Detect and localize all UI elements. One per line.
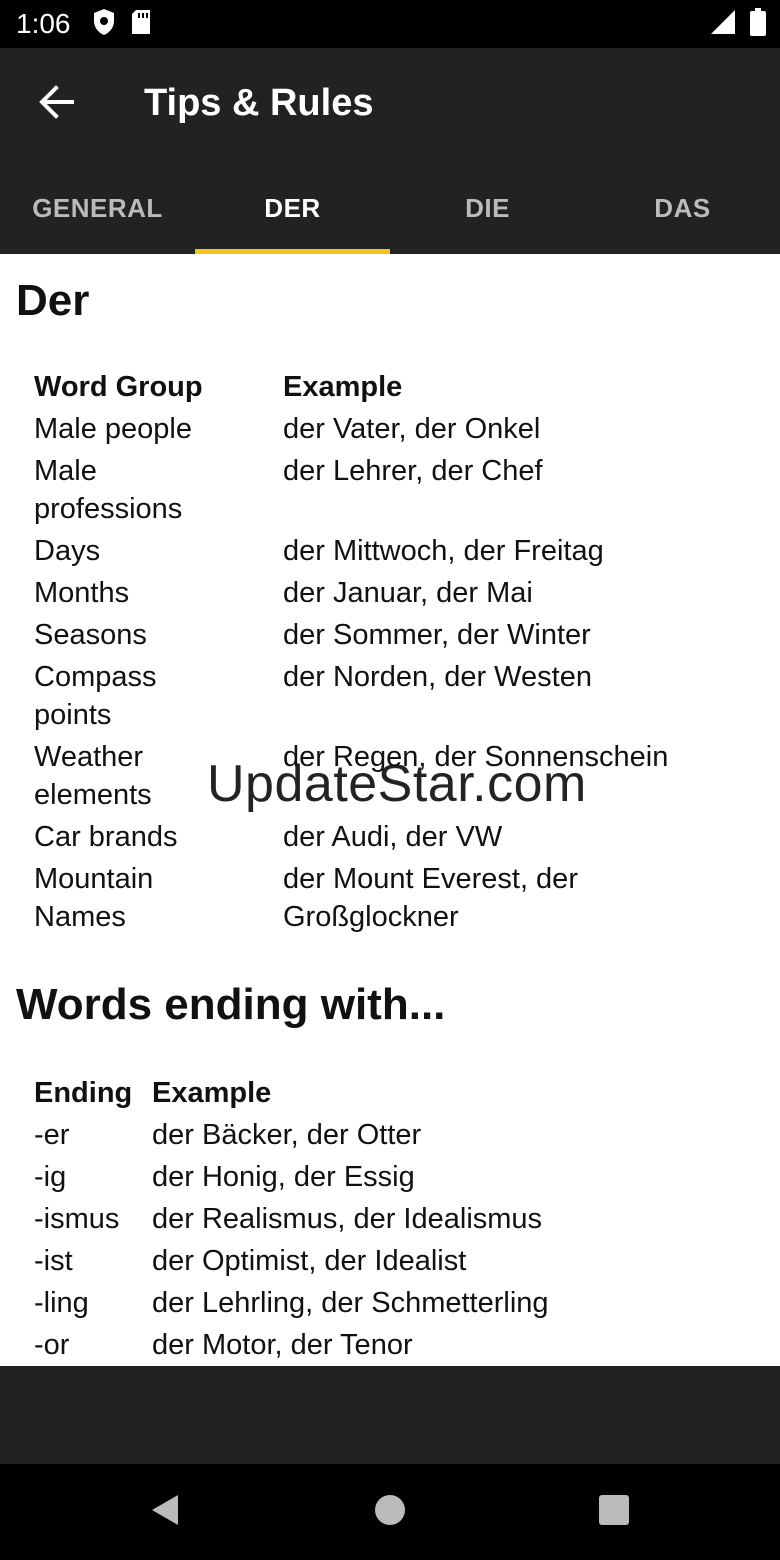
table-row-group: Months	[34, 577, 130, 609]
table-row-example: der Mount Everest, der	[283, 863, 578, 895]
section-title-endings: Words ending with...	[16, 980, 446, 1029]
column-header-word-group: Word Group	[34, 371, 203, 403]
table-row-group-cont: elements	[34, 779, 152, 811]
table-row-group-cont: professions	[34, 493, 183, 525]
table-row-example: der Audi, der VW	[283, 821, 503, 853]
battery-icon	[750, 7, 766, 41]
square-recents-icon	[598, 1494, 630, 1531]
table-row-example: der Januar, der Mai	[283, 577, 533, 609]
circle-home-icon	[374, 1494, 406, 1531]
table-row-example: der Lehrling, der Schmetterling	[152, 1287, 549, 1319]
shield-icon	[92, 8, 116, 41]
content-area[interactable]: Der Word Group Example Male people der V…	[0, 254, 780, 1366]
table-row-example: der Norden, der Westen	[283, 661, 592, 693]
navigation-bar	[0, 1464, 780, 1560]
table-row-ending: -er	[34, 1119, 70, 1151]
table-row-group: Car brands	[34, 821, 178, 853]
tab-die[interactable]: DIE	[390, 162, 585, 254]
triangle-back-icon	[148, 1493, 180, 1532]
table-row-group: Days	[34, 535, 101, 567]
table-row-ending: -ling	[34, 1287, 89, 1319]
table-row-group: Seasons	[34, 619, 147, 651]
table-row-example: der Realismus, der Idealismus	[152, 1203, 543, 1235]
table-row-group: Male people	[34, 413, 192, 445]
page-title: Tips & Rules	[144, 82, 374, 124]
signal-icon	[710, 9, 736, 40]
table-row-ending: -ig	[34, 1161, 67, 1193]
table-row-group: Weather	[34, 741, 144, 773]
table-row-ending: -ist	[34, 1245, 73, 1277]
tab-bar: GENERAL DER DIE DAS	[0, 162, 780, 254]
sd-card-icon	[130, 9, 152, 40]
nav-recents-button[interactable]	[594, 1492, 634, 1532]
back-button[interactable]	[30, 78, 82, 130]
table-row-ending: -ismus	[34, 1203, 120, 1235]
table-row-example: der Bäcker, der Otter	[152, 1119, 422, 1151]
table-row-example: der Motor, der Tenor	[152, 1329, 413, 1361]
table-row-group: Compass	[34, 661, 157, 693]
table-row-example: der Lehrer, der Chef	[283, 455, 543, 487]
table-row-group: Mountain	[34, 863, 154, 895]
watermark: UpdateStar.com	[207, 755, 587, 813]
table-row-ending: -or	[34, 1329, 70, 1361]
app-bar: Tips & Rules	[0, 48, 780, 162]
column-header-ending: Ending	[34, 1077, 133, 1109]
table-row-example: der Mittwoch, der Freitag	[283, 535, 604, 567]
table-row-example: der Sommer, der Winter	[283, 619, 591, 651]
table-row-group: Male	[34, 455, 97, 487]
status-bar: 1:06	[0, 0, 780, 48]
table-row-group-cont: points	[34, 699, 112, 731]
status-time: 1:06	[16, 8, 71, 39]
section-title-der: Der	[16, 276, 90, 325]
tab-der[interactable]: DER	[195, 162, 390, 254]
nav-back-button[interactable]	[144, 1492, 184, 1532]
table-row-group-cont: Names	[34, 901, 126, 933]
tab-das[interactable]: DAS	[585, 162, 780, 254]
table-row-example: der Honig, der Essig	[152, 1161, 415, 1193]
table-row-example: der Vater, der Onkel	[283, 413, 541, 445]
tab-general[interactable]: GENERAL	[0, 162, 195, 254]
table-row-example-cont: Großglockner	[283, 901, 459, 933]
column-header-example: Example	[283, 371, 403, 403]
nav-home-button[interactable]	[370, 1492, 410, 1532]
arrow-left-icon	[38, 84, 74, 125]
bottom-panel	[0, 1366, 780, 1464]
column-header-example: Example	[152, 1077, 272, 1109]
table-row-example: der Optimist, der Idealist	[152, 1245, 467, 1277]
